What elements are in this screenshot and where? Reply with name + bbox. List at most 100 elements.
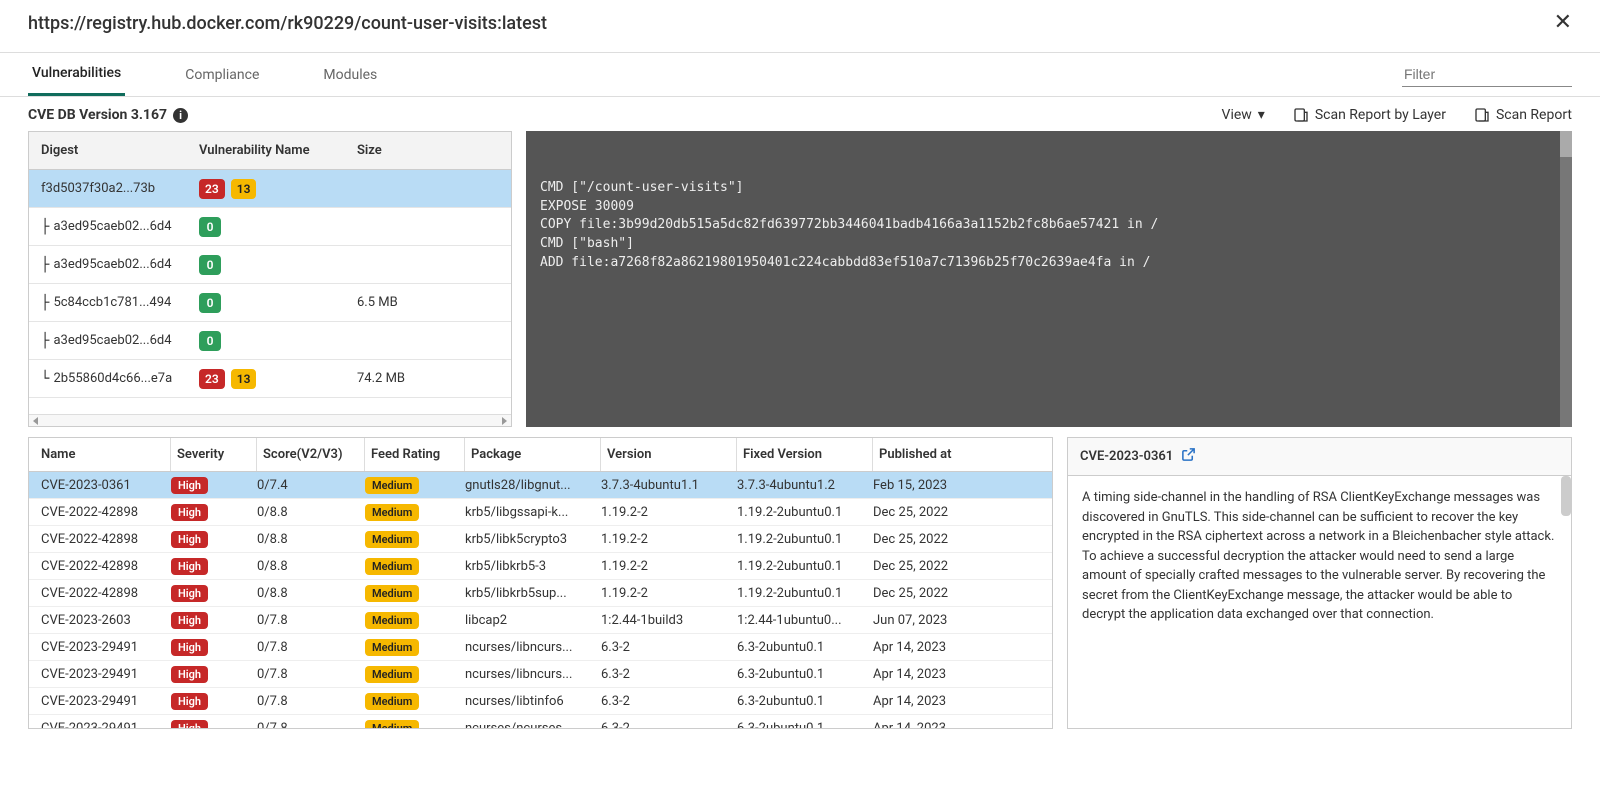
vuln-count-badge: 23 [199,179,225,199]
code-scrollbar-track[interactable] [1560,131,1572,427]
cve-version: 6.3-2 [601,640,737,655]
cve-published: Dec 25, 2022 [873,559,1052,574]
view-dropdown[interactable]: View ▾ [1222,107,1265,123]
digest-row[interactable]: └2b55860d4c66...e7a231374.2 MB [29,360,511,398]
digest-row[interactable]: ├a3ed95caeb02...6d40 [29,246,511,284]
cve-fixed-version: 3.7.3-4ubuntu1.2 [737,478,873,493]
col-header-published[interactable]: Published at [873,447,1052,462]
cve-severity: High [171,720,257,729]
cve-row[interactable]: CVE-2023-29491High0/7.8Mediumncurses/ncu… [29,715,1052,728]
col-header-vuln[interactable]: Vulnerability Name [199,143,357,158]
cve-score: 0/7.4 [257,478,365,493]
cve-version: 1:2.44-1build3 [601,613,737,628]
cve-feed: Medium [365,558,465,575]
cve-score: 0/8.8 [257,559,365,574]
cve-row[interactable]: CVE-2022-42898High0/8.8Mediumkrb5/libk5c… [29,526,1052,553]
cve-name: CVE-2022-42898 [29,586,171,601]
cve-published: Apr 14, 2023 [873,640,1052,655]
feed-rating-badge: Medium [365,531,419,548]
cve-feed: Medium [365,504,465,521]
cve-feed: Medium [365,531,465,548]
digest-hash: 5c84ccb1c781...494 [53,295,171,310]
cve-row[interactable]: CVE-2022-42898High0/8.8Mediumkrb5/libkrb… [29,553,1052,580]
cve-name: CVE-2022-42898 [29,532,171,547]
upper-split: Digest Vulnerability Name Size f3d5037f3… [0,131,1600,427]
cve-published: Dec 25, 2022 [873,532,1052,547]
external-link-icon[interactable] [1181,447,1196,466]
vuln-count-badge: 0 [199,293,221,313]
digest-row[interactable]: ├a3ed95caeb02...6d40 [29,208,511,246]
feed-rating-badge: Medium [365,612,419,629]
tab-bar: Vulnerabilities Compliance Modules [0,53,1600,97]
layer-code-panel: CMD ["/count-user-visits"] EXPOSE 30009 … [526,131,1572,427]
cve-row[interactable]: CVE-2022-42898High0/8.8Mediumkrb5/libkrb… [29,580,1052,607]
cve-fixed-version: 1.19.2-2ubuntu0.1 [737,586,873,601]
cve-db-version: CVE DB Version 3.167 i [28,107,188,123]
cve-name: CVE-2023-2603 [29,613,171,628]
cve-feed: Medium [365,585,465,602]
scan-report-label: Scan Report [1496,107,1572,123]
cve-fixed-version: 6.3-2ubuntu0.1 [737,667,873,682]
col-header-score[interactable]: Score(V2/V3) [257,438,365,471]
code-scrollbar-thumb[interactable] [1560,131,1572,157]
tab-compliance[interactable]: Compliance [181,53,263,96]
cve-severity: High [171,612,257,629]
cve-version: 6.3-2 [601,694,737,709]
feed-rating-badge: Medium [365,585,419,602]
cve-score: 0/8.8 [257,586,365,601]
cve-row[interactable]: CVE-2022-42898High0/8.8Mediumkrb5/libgss… [29,499,1052,526]
detail-scrollbar-thumb[interactable] [1561,476,1571,516]
cve-detail-header: CVE-2023-0361 [1068,438,1571,476]
info-icon[interactable]: i [173,108,188,123]
cve-name: CVE-2023-29491 [29,694,171,709]
cve-row[interactable]: CVE-2023-0361High0/7.4Mediumgnutls28/lib… [29,472,1052,499]
cve-name: CVE-2022-42898 [29,559,171,574]
horizontal-scrollbar[interactable] [29,414,511,426]
cve-detail-body: A timing side-channel in the handling of… [1068,476,1571,728]
tab-modules[interactable]: Modules [319,53,381,96]
col-header-package[interactable]: Package [465,438,601,471]
cve-score: 0/7.8 [257,667,365,682]
digest-row[interactable]: ├5c84ccb1c781...49406.5 MB [29,284,511,322]
tab-vulnerabilities[interactable]: Vulnerabilities [28,53,125,96]
cve-fixed-version: 6.3-2ubuntu0.1 [737,721,873,729]
digest-row[interactable]: ├a3ed95caeb02...6d40 [29,322,511,360]
col-header-digest[interactable]: Digest [29,143,199,158]
cve-table-body[interactable]: CVE-2023-0361High0/7.4Mediumgnutls28/lib… [29,472,1052,728]
digest-table-body[interactable]: f3d5037f30a2...73b2313├a3ed95caeb02...6d… [29,170,511,414]
cve-row[interactable]: CVE-2023-29491High0/7.8Mediumncurses/lib… [29,688,1052,715]
col-header-severity[interactable]: Severity [171,438,257,471]
tree-connector-icon: ├ [41,333,49,349]
col-header-fixed[interactable]: Fixed Version [737,438,873,471]
cve-version: 1.19.2-2 [601,559,737,574]
cve-db-version-label: CVE DB Version 3.167 [28,107,167,123]
close-icon[interactable]: ✕ [1554,12,1572,34]
scan-by-layer-label: Scan Report by Layer [1315,107,1446,123]
cve-fixed-version: 1.19.2-2ubuntu0.1 [737,559,873,574]
cve-row[interactable]: CVE-2023-29491High0/7.8Mediumncurses/lib… [29,634,1052,661]
cve-package: krb5/libkrb5-3 [465,559,601,574]
code-lines: CMD ["/count-user-visits"] EXPOSE 30009 … [540,179,1558,273]
cve-row[interactable]: CVE-2023-2603High0/7.8Mediumlibcap21:2.4… [29,607,1052,634]
filter-input[interactable] [1402,62,1572,87]
digest-row[interactable]: f3d5037f30a2...73b2313 [29,170,511,208]
col-header-version[interactable]: Version [601,438,737,471]
col-header-size[interactable]: Size [357,143,511,158]
col-header-name[interactable]: Name [29,438,171,471]
severity-badge: High [171,612,208,629]
scan-report-by-layer-button[interactable]: Scan Report by Layer [1293,107,1446,123]
digest-hash: a3ed95caeb02...6d4 [53,333,171,348]
severity-badge: High [171,531,208,548]
col-header-feed[interactable]: Feed Rating [365,438,465,471]
feed-rating-badge: Medium [365,558,419,575]
cve-package: ncurses/libtinfo6 [465,694,601,709]
scan-report-button[interactable]: Scan Report [1474,107,1572,123]
cve-name: CVE-2023-29491 [29,721,171,729]
cve-score: 0/7.8 [257,613,365,628]
cve-row[interactable]: CVE-2023-29491High0/7.8Mediumncurses/lib… [29,661,1052,688]
cve-severity: High [171,504,257,521]
chevron-down-icon: ▾ [1258,107,1265,123]
cve-fixed-version: 1:2.44-1ubuntu0... [737,613,873,628]
cve-package: krb5/libk5crypto3 [465,532,601,547]
csv-icon [1293,107,1309,123]
